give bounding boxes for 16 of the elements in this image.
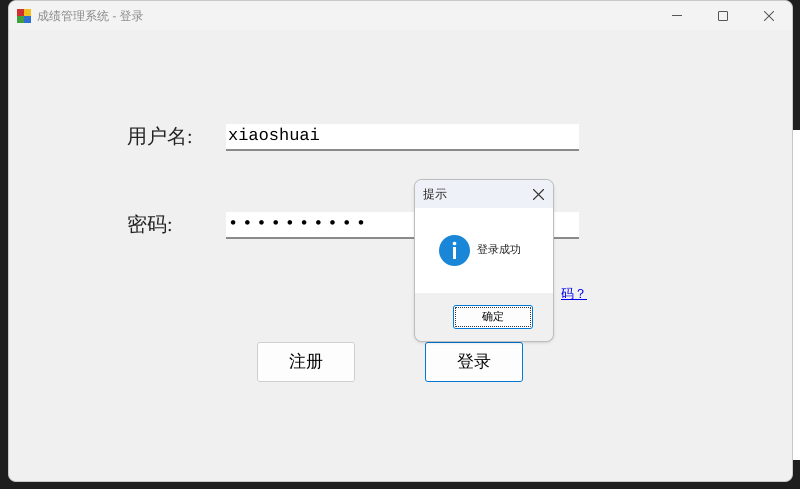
close-icon (764, 10, 774, 20)
maximize-icon (718, 10, 728, 20)
ok-button[interactable]: 确定 (453, 305, 533, 329)
field-label: 用户名: (127, 125, 194, 150)
dialog-title: 提示 (423, 186, 447, 203)
field-label: 密码: (127, 213, 174, 238)
forgot-password-link[interactable]: 码？ (561, 284, 587, 304)
form-button[interactable]: 注册 (257, 342, 355, 382)
input-field[interactable]: xiaoshuai (226, 124, 579, 150)
dialog-message: 登录成功 (477, 243, 521, 258)
app-icon (17, 8, 31, 22)
info-icon (439, 235, 470, 266)
close-icon (532, 188, 544, 200)
minimize-icon (672, 15, 682, 16)
form-button[interactable]: 登录 (425, 342, 523, 382)
window-title: 成绩管理系统 - 登录 (37, 8, 144, 24)
